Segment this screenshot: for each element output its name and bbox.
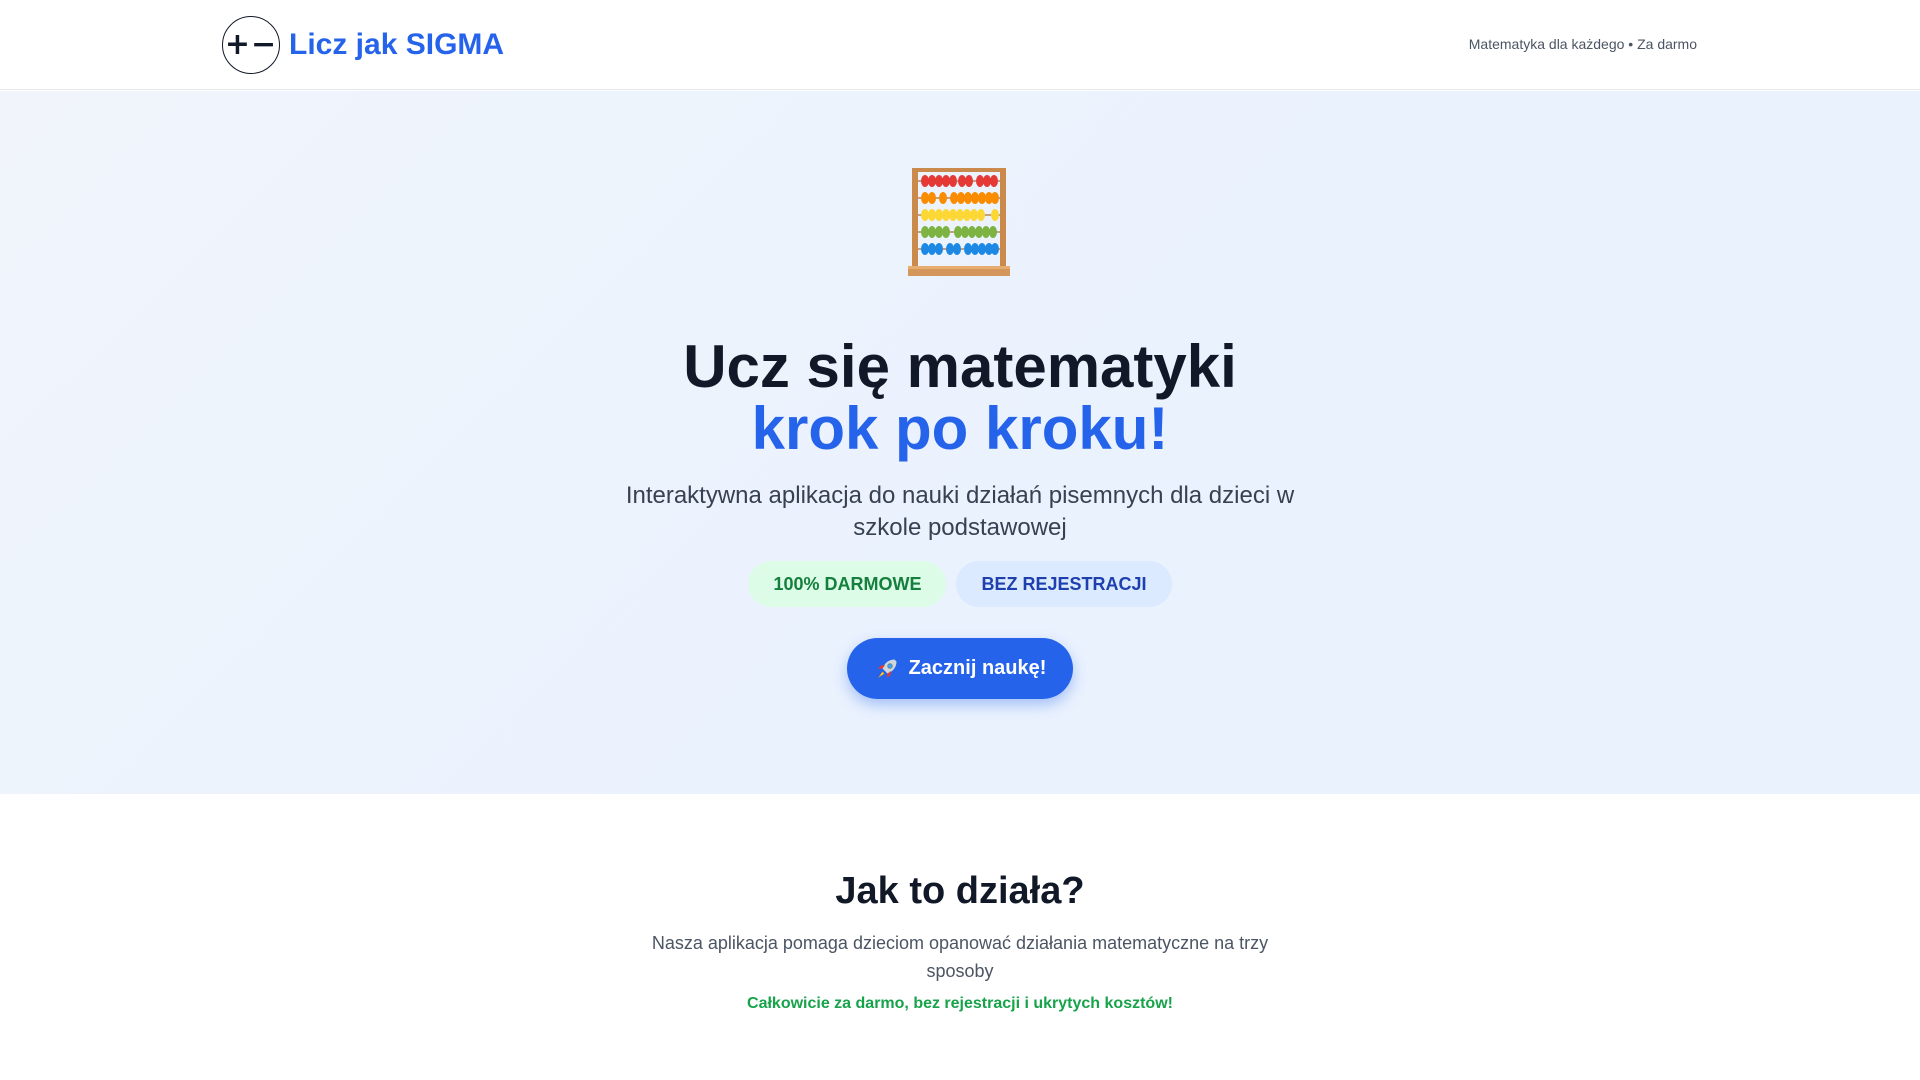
header-tagline: Matematyka dla każdego • Za darmo (1468, 36, 1697, 52)
badge-free: 100% DARMOWE (748, 561, 947, 607)
hero-title-line1: Ucz się matematyki (683, 333, 1237, 400)
hero-subtitle: Interaktywna aplikacja do nauki działań … (625, 482, 1295, 541)
abacus-icon (908, 168, 1010, 276)
hero-title-line2: krok po kroku! (751, 395, 1169, 462)
hero-title: Ucz się matematyki krok po kroku! (0, 336, 1920, 460)
badge-no-registration: BEZ REJESTRACJI (956, 561, 1172, 607)
how-it-works-subtitle: Nasza aplikacja pomaga dzieciom opanować… (651, 933, 1269, 981)
plus-minus-logo-icon: +− (222, 16, 280, 74)
hero-section: Ucz się matematyki krok po kroku! Intera… (0, 91, 1920, 794)
logo-text: Licz jak SIGMA (289, 28, 505, 61)
how-it-works-note: Całkowicie za darmo, bez rejestracji i u… (747, 995, 1173, 1012)
rocket-icon (877, 659, 897, 678)
site-header: +− Licz jak SIGMA Matematyka dla każdego… (0, 0, 1920, 90)
logo[interactable]: +− Licz jak SIGMA (222, 16, 504, 74)
start-learning-button[interactable]: Zacznij naukę! (847, 638, 1073, 699)
badge-row: 100% DARMOWE BEZ REJESTRACJI (0, 561, 1920, 607)
how-it-works-title: Jak to działa? (835, 870, 1085, 912)
start-learning-label: Zacznij naukę! (908, 657, 1047, 679)
